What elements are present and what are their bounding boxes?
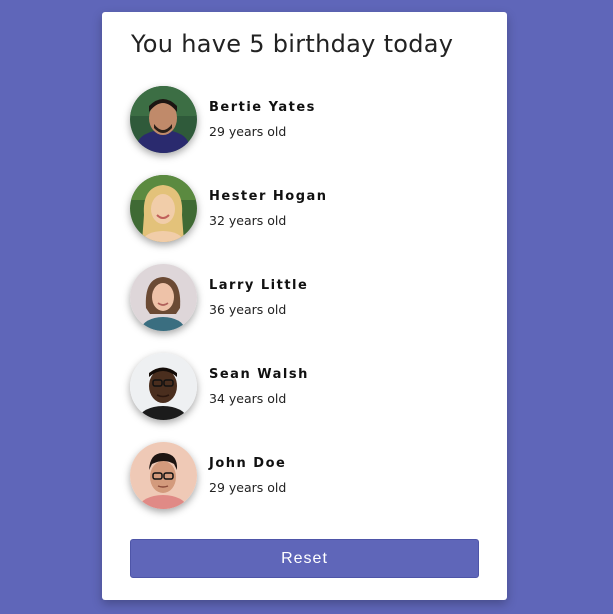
page-title: You have 5 birthday today <box>131 30 454 58</box>
list-item: Larry Little 36 years old <box>130 264 480 353</box>
list-item: Bertie Yates 29 years old <box>130 86 480 175</box>
person-name: Larry Little <box>209 278 309 293</box>
avatar <box>130 175 197 242</box>
avatar-photo-icon <box>130 175 197 242</box>
avatar-photo-icon <box>130 86 197 153</box>
birthday-card: You have 5 birthday today Bertie Yates 2… <box>102 12 507 600</box>
avatar-photo-icon <box>130 442 197 509</box>
person-age: 34 years old <box>209 391 287 406</box>
person-name: Sean Walsh <box>209 367 309 382</box>
list-item: John Doe 29 years old <box>130 442 480 531</box>
avatar <box>130 442 197 509</box>
person-name: Bertie Yates <box>209 100 316 115</box>
person-age: 29 years old <box>209 124 287 139</box>
avatar <box>130 353 197 420</box>
person-name: Hester Hogan <box>209 189 328 204</box>
person-name: John Doe <box>209 456 287 471</box>
person-age: 29 years old <box>209 480 287 495</box>
list-item: Hester Hogan 32 years old <box>130 175 480 264</box>
avatar <box>130 264 197 331</box>
birthday-list: Bertie Yates 29 years old Hester Hogan 3… <box>130 86 480 531</box>
reset-button[interactable]: Reset <box>130 539 479 578</box>
person-age: 32 years old <box>209 213 287 228</box>
avatar-photo-icon <box>130 353 197 420</box>
avatar <box>130 86 197 153</box>
person-age: 36 years old <box>209 302 287 317</box>
avatar-photo-icon <box>130 264 197 331</box>
list-item: Sean Walsh 34 years old <box>130 353 480 442</box>
